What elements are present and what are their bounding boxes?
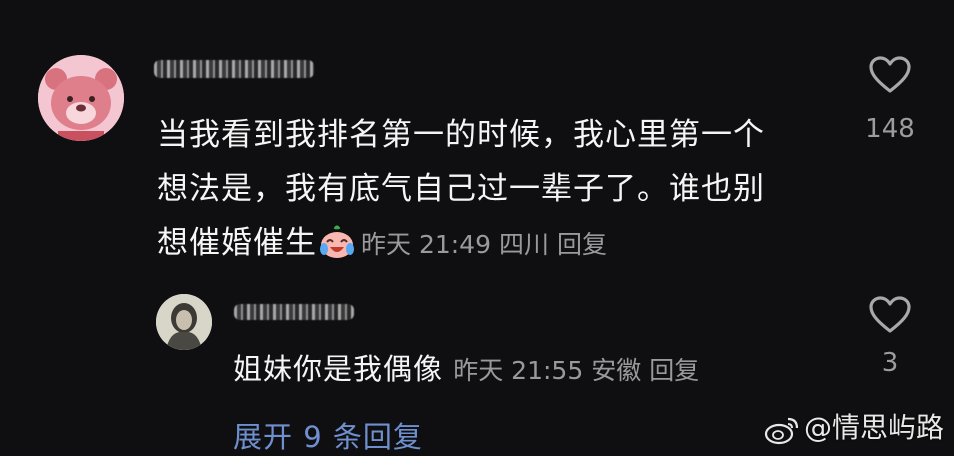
reply-body: 姐妹你是我偶像 昨天 21:55 安徽 回复 <box>233 346 793 394</box>
weibo-logo-icon <box>764 417 799 445</box>
comment-line-1: 当我看到我排名第一的时候，我心里第一个 <box>157 117 765 153</box>
watermark-text: @情思屿路 <box>803 411 944 444</box>
comment-like-count: 148 <box>865 114 915 144</box>
comment-body: 当我看到我排名第一的时候，我心里第一个 想法是，我有底气自己过一辈子了。谁也别 … <box>157 108 817 272</box>
comment-meta: 昨天 21:49 四川 回复 <box>361 230 615 259</box>
heart-outline-icon <box>869 56 911 93</box>
replier-avatar[interactable] <box>156 294 212 350</box>
comment-location: 四川 <box>499 230 550 259</box>
comment-like-button[interactable]: 148 <box>860 56 920 144</box>
heart-outline-icon <box>869 296 911 333</box>
crying-laughing-emoji-icon <box>319 222 355 258</box>
comment-line-3: 想催婚催生 昨天 21:49 四川 回复 <box>157 216 817 272</box>
commenter-username-blurred[interactable] <box>154 60 314 78</box>
comment-line-3-text: 想催婚催生 <box>157 225 317 261</box>
comment-time: 昨天 21:49 <box>361 230 491 259</box>
reply-like-count: 3 <box>881 348 899 378</box>
reply-time: 昨天 21:55 <box>453 356 584 385</box>
comment-line-2: 想法是，我有底气自己过一辈子了。谁也别 <box>157 171 765 207</box>
replier-username-blurred[interactable] <box>234 304 354 320</box>
commenter-avatar[interactable] <box>38 55 124 141</box>
comment-reply-button[interactable]: 回复 <box>557 230 607 259</box>
reply-text: 姐妹你是我偶像 <box>233 352 444 386</box>
reply-like-button[interactable]: 3 <box>860 296 920 378</box>
watermark: @情思屿路 <box>764 406 944 446</box>
reply-location: 安徽 <box>591 356 642 385</box>
reply-reply-button[interactable]: 回复 <box>649 356 699 385</box>
reply-meta: 昨天 21:55 安徽 回复 <box>453 356 707 385</box>
